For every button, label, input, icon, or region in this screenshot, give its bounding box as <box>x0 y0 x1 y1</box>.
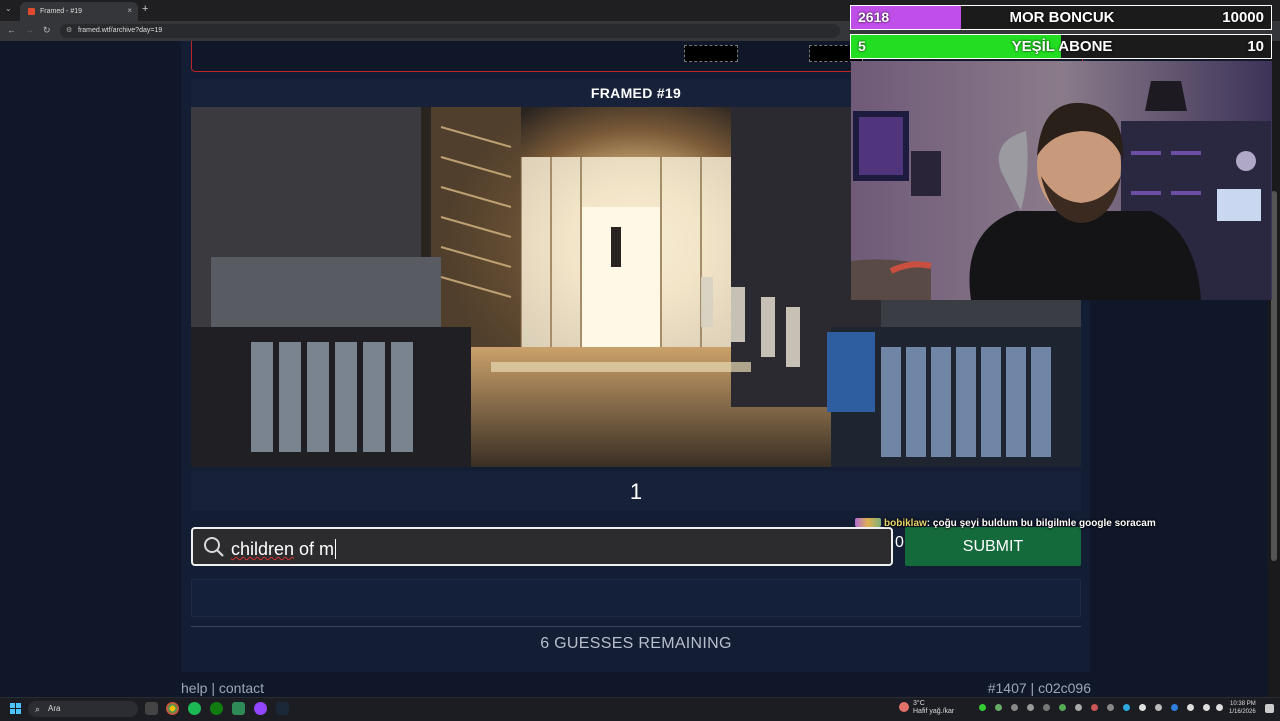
steam-icon[interactable] <box>276 702 289 715</box>
submit-button[interactable]: SUBMIT <box>905 527 1081 566</box>
goal-current: 2618 <box>858 9 890 25</box>
tray-icon[interactable] <box>1059 704 1066 711</box>
battery-icon[interactable] <box>1216 704 1223 711</box>
task-view-icon[interactable] <box>145 702 158 715</box>
notification-icon[interactable] <box>1265 704 1274 713</box>
goal-name: MOR BONCUK <box>1009 9 1115 26</box>
back-icon[interactable]: ← <box>7 25 16 35</box>
tray-icon[interactable] <box>1043 704 1050 711</box>
webcam-feed <box>851 61 1272 300</box>
frame-number-button[interactable]: 1 <box>191 471 1081 511</box>
tray-icon[interactable] <box>1011 704 1018 711</box>
build-id: #1407 | c02c096 <box>987 680 1091 696</box>
goal-name: YEŞİL ABONE <box>1011 38 1113 55</box>
bluetooth-icon[interactable] <box>1171 704 1178 711</box>
wifi-icon[interactable] <box>1187 704 1194 711</box>
footer-links: help | contact <box>181 680 264 696</box>
weather-icon <box>899 702 909 712</box>
tab-menu-icon[interactable]: ⌄ <box>5 4 12 13</box>
weather-desc: Hafif yağ./kar <box>913 708 955 715</box>
tray-icon[interactable] <box>1075 704 1082 711</box>
partial-digit: 0 <box>895 534 904 551</box>
windows-start-icon[interactable] <box>10 703 21 714</box>
site-info-icon[interactable]: ⚙ <box>66 24 72 38</box>
forward-icon[interactable]: → <box>25 25 34 35</box>
browser-tab[interactable]: Framed - #19 × <box>20 2 138 21</box>
guesses-remaining: 6 GUESSES REMAINING <box>540 635 732 652</box>
taskbar-search-label: Ara <box>48 704 61 713</box>
volume-icon[interactable] <box>1203 704 1210 711</box>
tray-icon[interactable] <box>1107 704 1114 711</box>
taskbar-clock[interactable]: 10:38 PM 1/16/2026 <box>1229 700 1256 716</box>
footer-separator: | <box>207 680 219 696</box>
tray-icon[interactable] <box>995 704 1002 711</box>
chrome-icon[interactable] <box>166 702 179 715</box>
chat-username: bobiklaw <box>884 518 927 529</box>
contact-link[interactable]: contact <box>219 680 264 696</box>
placeholder-box <box>684 45 738 62</box>
search-icon <box>204 537 224 557</box>
clock-date: 1/16/2026 <box>1229 709 1256 715</box>
taskbar: ⌕ Ara 3°C Hafif yağ./kar 10:38 PM 1/16/20… <box>0 697 1280 721</box>
tray-icon[interactable] <box>1155 704 1162 711</box>
guess-result-slot <box>191 579 1081 617</box>
search-icon: ⌕ <box>35 704 41 714</box>
goal-target: 10000 <box>1222 9 1264 26</box>
tray-icon[interactable] <box>1091 704 1098 711</box>
tray-icon[interactable] <box>979 704 986 711</box>
tab-title: Framed - #19 <box>40 8 83 15</box>
search-value: children of m <box>231 539 337 559</box>
app-icon[interactable] <box>232 702 245 715</box>
goal-bar-purple: MOR BONCUK 2618 10000 <box>850 5 1272 30</box>
divider <box>191 626 1081 627</box>
chat-text: : çoğu şeyi buldum bu bilgilmle google s… <box>926 518 1156 529</box>
xbox-icon[interactable] <box>210 702 223 715</box>
favicon-icon <box>28 8 35 15</box>
url-text: framed.wtf/archive?day=19 <box>78 27 163 34</box>
tray-icon[interactable] <box>1123 704 1130 711</box>
weather-temp: 3°C <box>913 700 925 707</box>
guess-search-input[interactable]: children of m <box>191 527 893 566</box>
app-icon[interactable] <box>254 702 267 715</box>
goal-target: 10 <box>1247 38 1264 55</box>
chat-badges-icon <box>855 518 881 527</box>
new-tab-button[interactable]: + <box>142 3 148 15</box>
clock-time: 10:38 PM <box>1230 701 1256 707</box>
goal-bar-green: YEŞİL ABONE 5 10 <box>850 34 1272 59</box>
goal-current: 5 <box>858 38 866 54</box>
help-link[interactable]: help <box>181 680 207 696</box>
taskbar-search[interactable]: ⌕ Ara <box>28 701 138 717</box>
url-field[interactable]: ⚙ framed.wtf/archive?day=19 <box>60 24 840 38</box>
tab-close-icon[interactable]: × <box>127 6 132 15</box>
text-caret <box>335 539 337 559</box>
reload-icon[interactable]: ↻ <box>43 25 51 36</box>
tray-icon[interactable] <box>1139 704 1146 711</box>
spotify-icon[interactable] <box>188 702 201 715</box>
chat-message: bobiklaw: çoğu şeyi buldum bu bilgilmle … <box>855 518 1156 529</box>
tray-icon[interactable] <box>1027 704 1034 711</box>
